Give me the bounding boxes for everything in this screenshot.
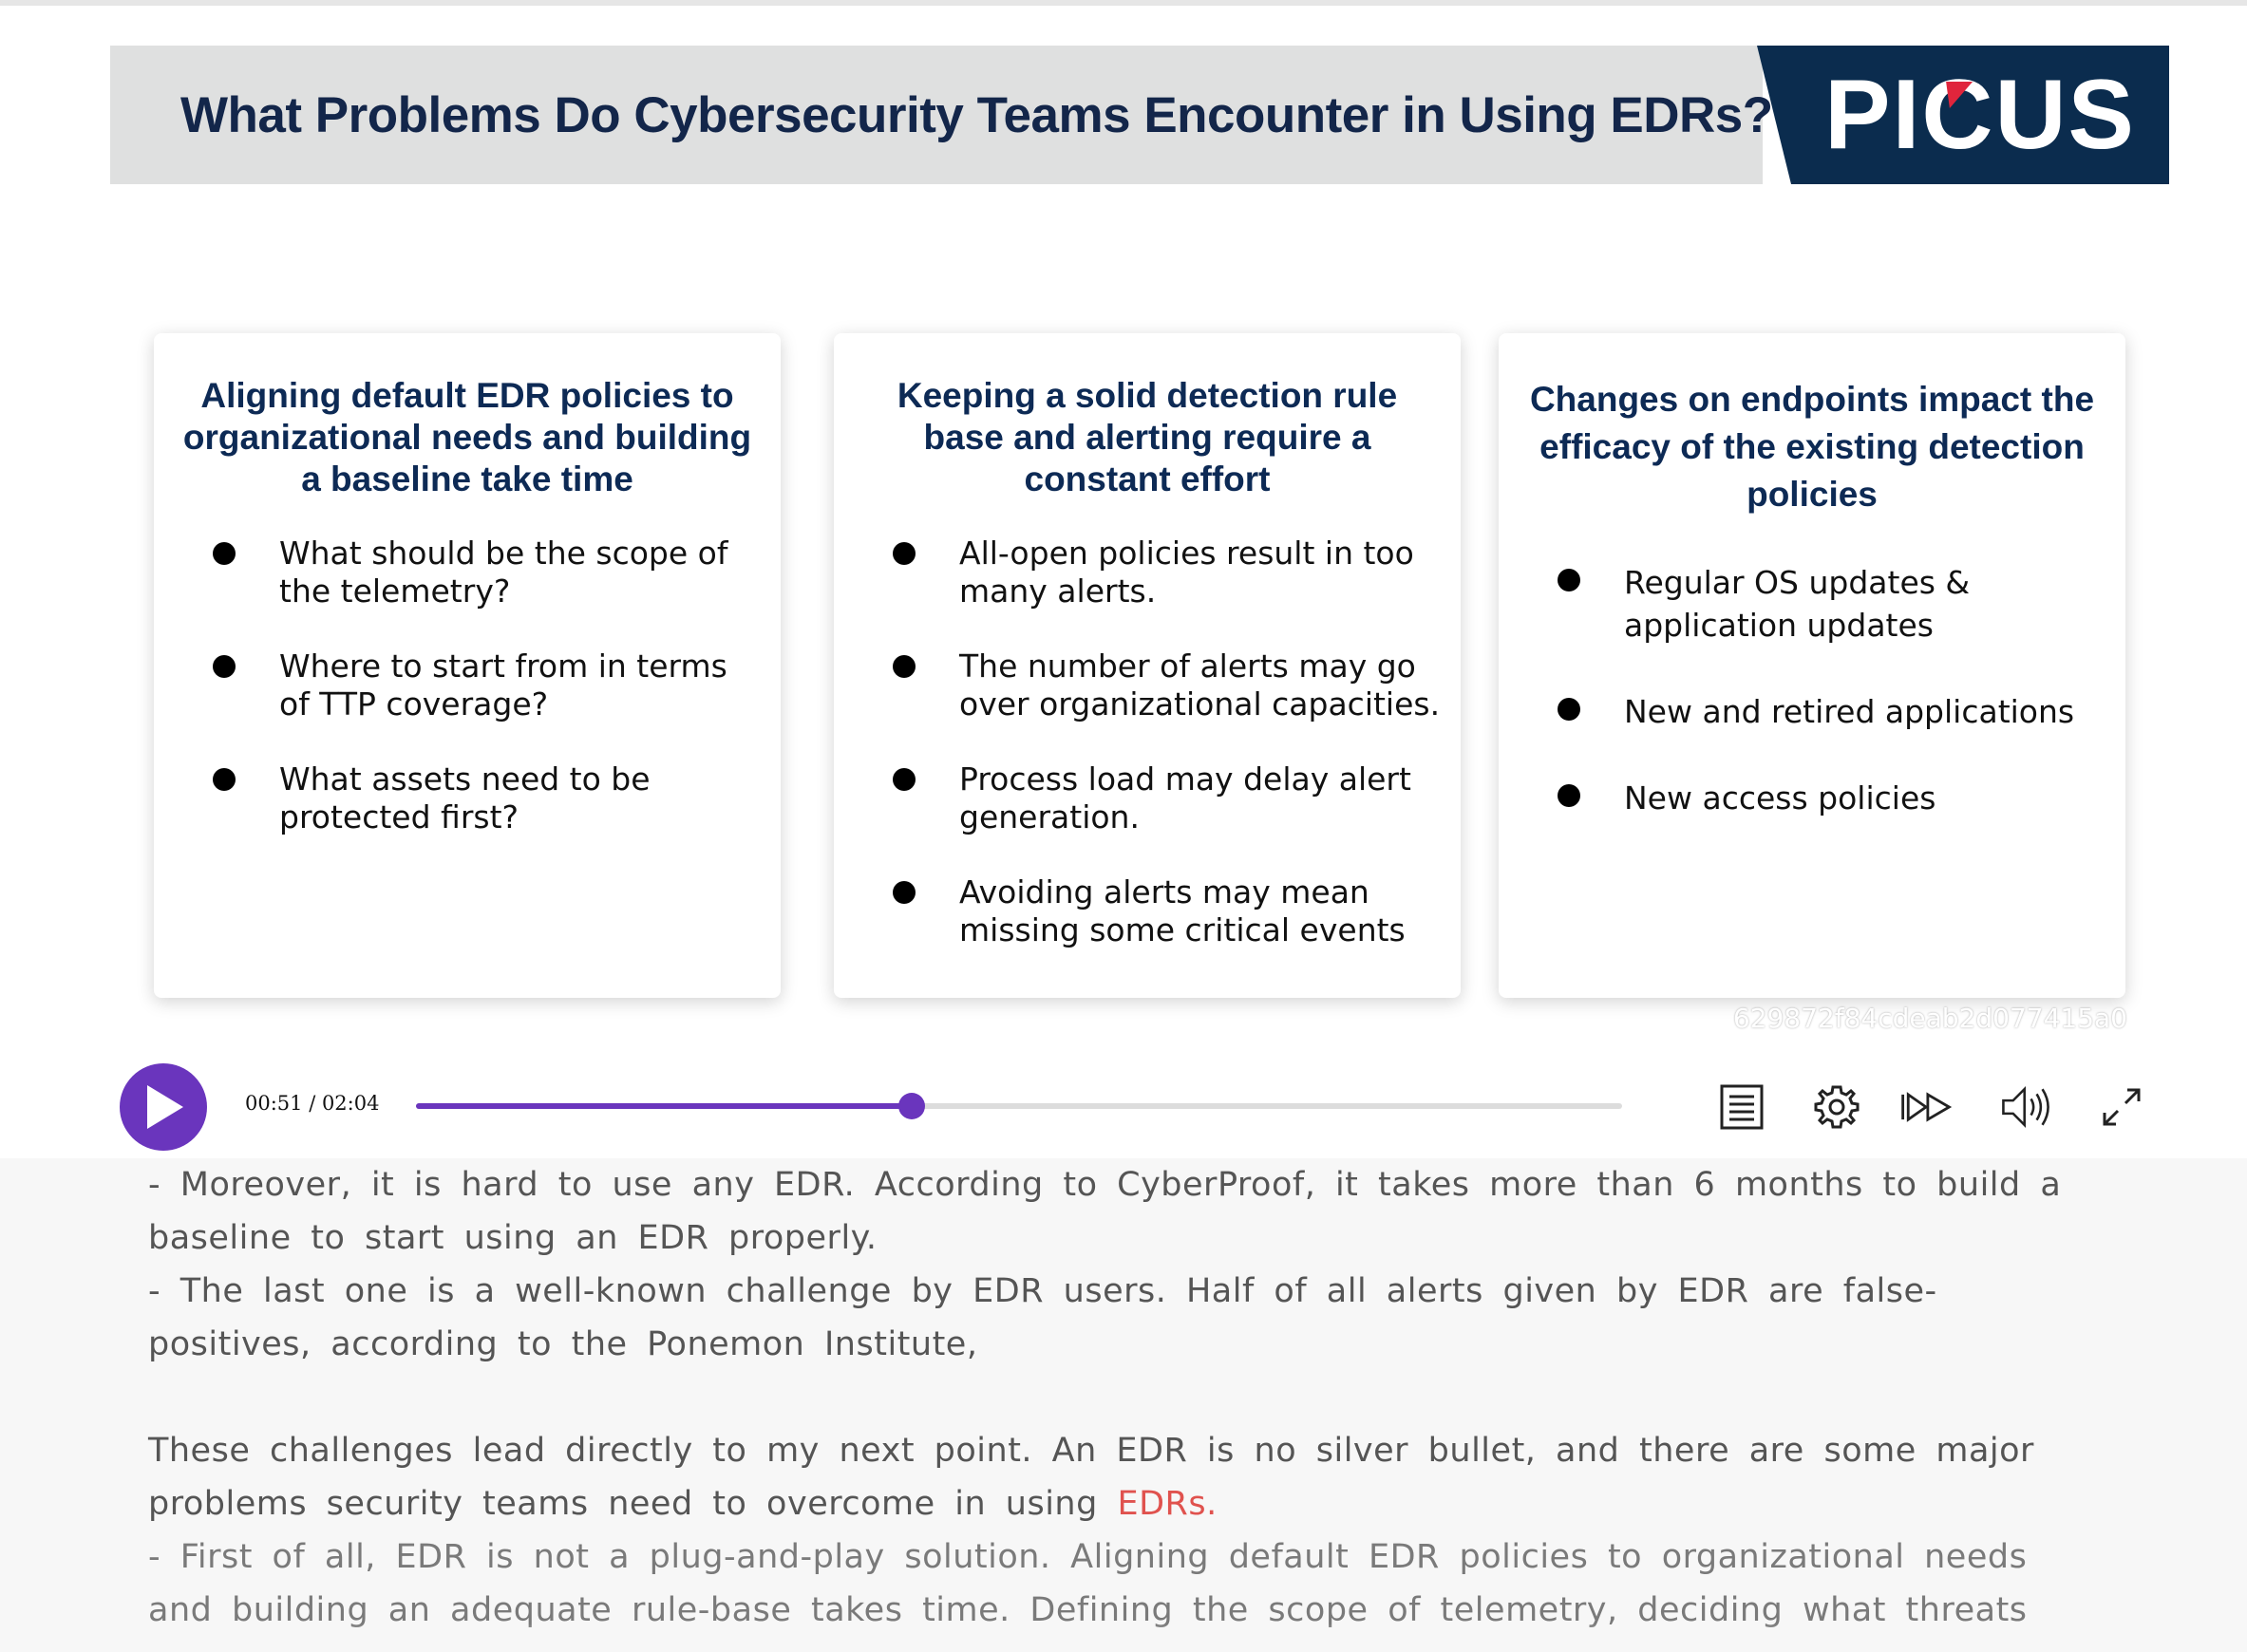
player-controls: 00:51 / 02:04 [0,1044,2247,1158]
list-item: All-open policies result in too many ale… [891,535,1442,610]
time-display: 00:51 / 02:04 [245,1092,380,1115]
card-endpoint-changes: Changes on endpoints impact the efficacy… [1499,333,2125,998]
transcript-icon [1720,1084,1764,1130]
card-bullet-list: All-open policies result in too many ale… [891,535,1442,949]
bullet-dot [893,542,916,565]
list-item: The number of alerts may go over organiz… [891,648,1442,723]
card-detection-rules: Keeping a solid detection rule base and … [834,333,1461,998]
transcript-panel[interactable]: - Moreover, it is hard to use any EDR. A… [0,1158,2247,1652]
fullscreen-icon [2103,1088,2141,1126]
transcript-text: - Moreover, it is hard to use any EDR. A… [148,1158,2076,1637]
playback-speed-button[interactable] [1898,1079,1954,1136]
bullet-dot [213,542,236,565]
card-heading: Changes on endpoints impact the efficacy… [1529,380,2095,514]
bullet-dot [893,768,916,791]
transcript-paragraph: - The last one is a well-known challenge… [148,1272,1937,1363]
card-heading: Aligning default EDR policies to organiz… [182,376,752,498]
video-slide[interactable]: What Problems Do Cybersecurity Teams Enc… [0,6,2247,1060]
current-word-highlight: EDRs. [1117,1485,1218,1523]
progress-track[interactable] [416,1093,1622,1119]
card-bullet-list: What should be the scope of the telemetr… [211,535,762,836]
bullet-dot [1558,569,1580,591]
transcript-paragraph-current: These challenges lead directly to my nex… [148,1432,2034,1523]
list-item: What should be the scope of the telemetr… [211,535,762,610]
volume-button[interactable] [2000,1079,2057,1136]
playback-speed-icon [1901,1092,1953,1122]
picus-logo: PICUS [1824,59,2136,170]
card-bullet-list: Regular OS updates & application updates… [1556,561,2106,819]
list-item: New and retired applications [1556,690,2106,733]
bullet-dot [893,655,916,678]
volume-icon [2002,1086,2049,1128]
progress-fill [416,1103,912,1109]
transcript-fade [0,1624,2247,1652]
transcript-button[interactable] [1713,1079,1770,1136]
bullet-dot [1558,784,1580,807]
list-item: Avoiding alerts may mean missing some cr… [891,873,1442,949]
settings-gear-icon [1814,1085,1860,1129]
bullet-dot [1558,698,1580,721]
transcript-paragraph: - First of all, EDR is not a plug-and-pl… [148,1538,2028,1629]
progress-handle[interactable] [897,1093,925,1119]
play-button[interactable] [120,1063,207,1151]
fullscreen-button[interactable] [2093,1079,2150,1136]
settings-button[interactable] [1808,1079,1865,1136]
play-icon [147,1085,183,1129]
list-item: Regular OS updates & application updates [1556,561,2106,647]
list-item: New access policies [1556,777,2106,819]
transcript-paragraph: - Moreover, it is hard to use any EDR. A… [148,1166,2062,1257]
list-item: Where to start from in terms of TTP cove… [211,648,762,723]
slide-title: What Problems Do Cybersecurity Teams Enc… [180,86,1773,143]
list-item: What assets need to be protected first? [211,760,762,836]
card-heading: Keeping a solid detection rule base and … [897,376,1398,498]
video-id-watermark: 629872f84cdeab2d077415a0 [1732,1003,2127,1034]
bullet-dot [213,655,236,678]
card-policies-alignment: Aligning default EDR policies to organiz… [154,333,781,998]
list-item: Process load may delay alert generation. [891,760,1442,836]
bullet-dot [893,881,916,904]
bullet-dot [213,768,236,791]
